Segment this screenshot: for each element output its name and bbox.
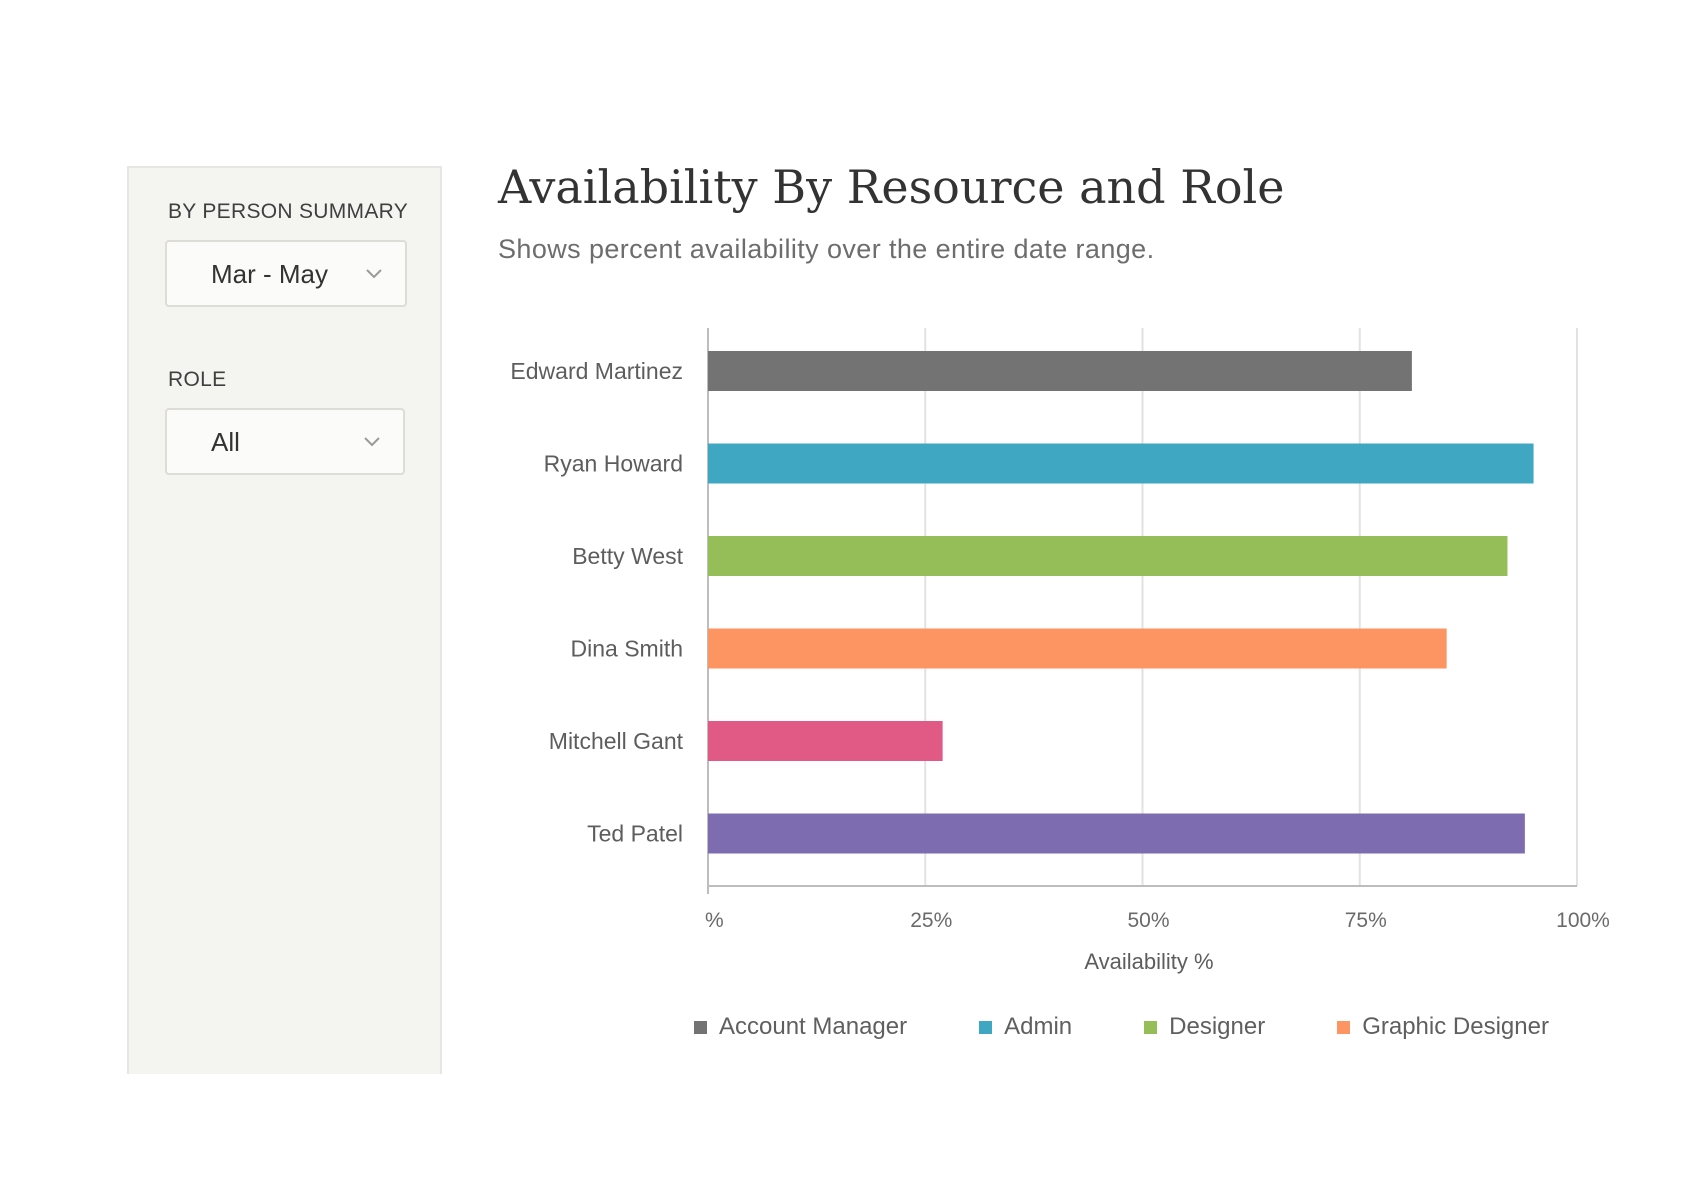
legend-label: Designer (1169, 1013, 1266, 1040)
x-tick-label: 50% (1127, 909, 1169, 932)
x-tick-label: 100% (1556, 909, 1610, 932)
legend-swatch (979, 1020, 993, 1034)
availability-bar-chart: Edward Martinez Ryan Howard Betty West Dina… (510, 328, 1610, 974)
legend-item: Admin (979, 1013, 1072, 1041)
legend-item: Graphic Designer (1337, 1013, 1549, 1041)
category-label: Ryan Howard (544, 451, 683, 477)
category-label: Ted Patel (587, 821, 683, 847)
bar (708, 813, 1525, 854)
legend-swatch (1337, 1020, 1351, 1034)
x-tick-label: % (705, 909, 724, 932)
legend-label: Account Manager (719, 1013, 908, 1040)
legend-item: Designer (1144, 1013, 1265, 1041)
bar (708, 721, 943, 761)
x-tick-label: 25% (910, 909, 952, 932)
bar (708, 536, 1508, 576)
legend-item: Account Manager (694, 1013, 907, 1041)
legend-swatch (1144, 1020, 1158, 1034)
legend-swatch (694, 1020, 707, 1034)
x-tick-label: 75% (1345, 909, 1387, 932)
category-label: Betty West (572, 543, 683, 569)
legend-label: Admin (1004, 1013, 1073, 1040)
bar (708, 351, 1412, 391)
category-label: Mitchell Gant (549, 728, 684, 754)
category-label: Dina Smith (571, 636, 683, 662)
bar (708, 628, 1447, 669)
chart-legend: Account Manager Admin Designer Graphic Desi… (694, 1013, 1549, 1041)
bar (708, 443, 1534, 484)
legend-label: Graphic Designer (1362, 1013, 1549, 1040)
x-axis-title: Availability % (1084, 949, 1213, 974)
category-label: Edward Martinez (510, 358, 683, 384)
